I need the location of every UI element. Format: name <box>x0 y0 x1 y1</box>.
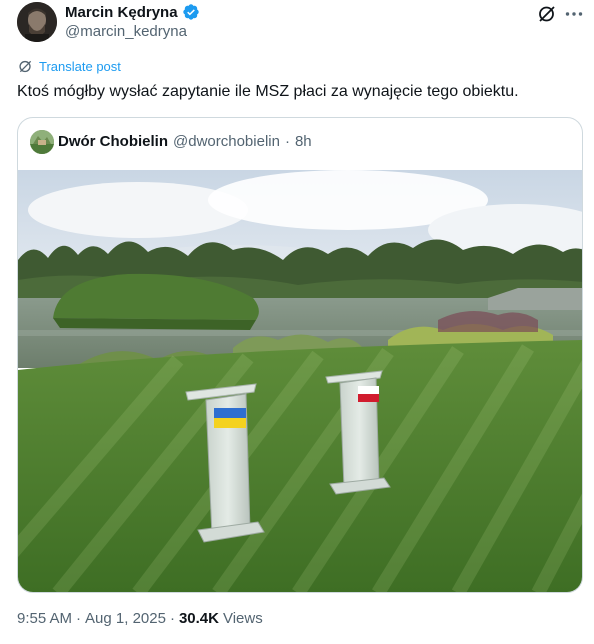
post-meta: 9:55 AM · Aug 1, 2025 · 30.4K Views <box>17 610 263 627</box>
verified-badge-icon <box>182 4 199 20</box>
meta-separator-2: · <box>169 610 175 627</box>
post-time[interactable]: 9:55 AM <box>17 610 72 627</box>
quote-author-handle[interactable]: @dworchobielin <box>173 133 280 150</box>
author-name-row[interactable]: Marcin Kędryna <box>65 3 200 21</box>
more-button[interactable] <box>563 3 585 25</box>
quoted-post[interactable]: Dwór Chobielin @dworchobielin · 8h <box>17 117 583 593</box>
author-avatar[interactable] <box>17 2 57 42</box>
translate-post-link[interactable]: Translate post <box>18 59 121 74</box>
quote-author-name[interactable]: Dwór Chobielin <box>58 133 168 150</box>
grok-icon <box>539 6 555 22</box>
views-count[interactable]: 30.4K <box>179 610 219 627</box>
quote-timestamp[interactable]: 8h <box>295 133 312 150</box>
author-handle[interactable]: @marcin_kedryna <box>65 23 187 40</box>
author-name[interactable]: Marcin Kędryna <box>65 4 178 21</box>
quote-separator: · <box>284 133 290 150</box>
grok-button[interactable] <box>536 3 558 25</box>
quote-header: Dwór Chobielin @dworchobielin · 8h <box>58 133 312 150</box>
translate-label[interactable]: Translate post <box>39 59 121 74</box>
views-label: Views <box>222 610 263 627</box>
quote-image[interactable] <box>18 170 583 593</box>
more-icon <box>565 12 583 16</box>
tweet-text: Ktoś mógłby wysłać zapytanie ile MSZ pła… <box>17 83 519 100</box>
post-date[interactable]: Aug 1, 2025 <box>85 610 166 627</box>
quote-author-avatar[interactable] <box>30 130 54 154</box>
translate-icon <box>19 60 32 73</box>
meta-separator: · <box>76 610 82 627</box>
